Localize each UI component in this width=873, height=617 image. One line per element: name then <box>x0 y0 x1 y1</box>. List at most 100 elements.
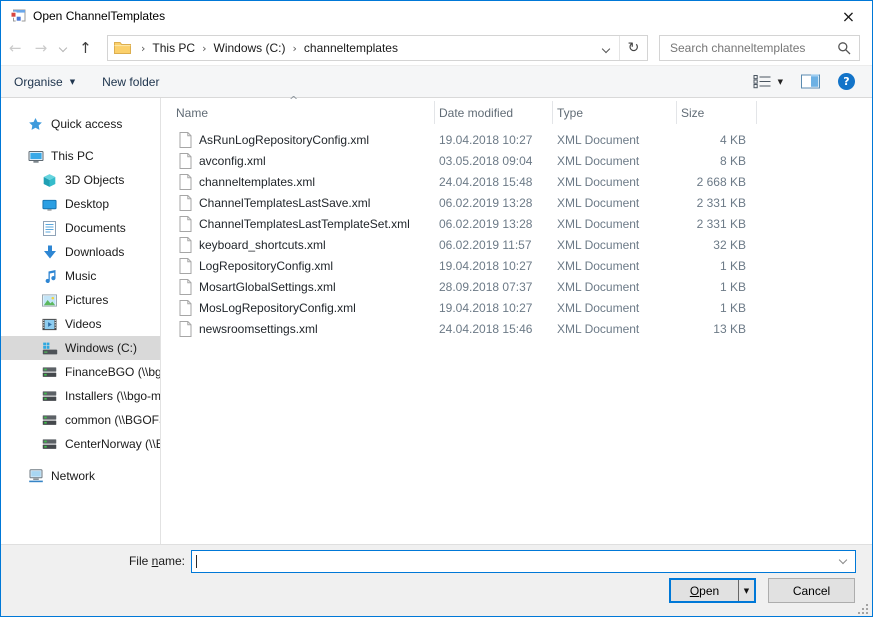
open-button[interactable]: Open ▼ <box>669 578 756 603</box>
list-header: ^ Name Date modified Type Size <box>162 98 872 127</box>
date-modified-cell: 06.02.2019 13:28 <box>434 217 552 231</box>
file-name-cell: ChannelTemplatesLastSave.xml <box>162 195 434 211</box>
file-row-asrunlogrepositoryconfig-xml[interactable]: AsRunLogRepositoryConfig.xml19.04.2018 1… <box>162 129 872 150</box>
change-view-button[interactable]: ▼ <box>753 74 783 89</box>
column-separator[interactable] <box>434 101 435 124</box>
back-icon[interactable]: ← <box>9 39 22 57</box>
organise-caret-icon: ▼ <box>70 78 75 86</box>
picture-icon <box>41 292 58 309</box>
navigation-bar: ← → ↑ ›This PC›Windows (C:)›channeltempl… <box>1 31 872 65</box>
column-header-size[interactable]: Size <box>681 106 704 120</box>
type-cell: XML Document <box>552 238 676 252</box>
file-row-keyboard-shortcuts-xml[interactable]: keyboard_shortcuts.xml06.02.2019 11:57XM… <box>162 234 872 255</box>
breadcrumb-separator-icon[interactable]: › <box>195 42 213 55</box>
column-header-date-modified[interactable]: Date modified <box>439 106 513 120</box>
breadcrumb-separator-icon[interactable]: › <box>286 42 304 55</box>
type-cell: XML Document <box>552 217 676 231</box>
size-cell: 1 KB <box>676 259 756 273</box>
search-icon[interactable] <box>837 41 851 55</box>
open-button-label: Open <box>671 580 738 601</box>
sidebar-item-videos[interactable]: Videos <box>1 312 160 336</box>
sidebar-item-centernorway-bg[interactable]: CenterNorway (\\BG <box>1 432 160 456</box>
recent-locations-chevron-icon[interactable] <box>59 44 67 52</box>
sidebar-item-label: Desktop <box>65 197 109 211</box>
column-header-name[interactable]: Name <box>176 106 208 120</box>
file-row-moslogrepositoryconfig-xml[interactable]: MosLogRepositoryConfig.xml19.04.2018 10:… <box>162 297 872 318</box>
sidebar-item-label: Documents <box>65 221 126 235</box>
new-folder-button[interactable]: New folder <box>102 75 159 89</box>
sidebar-item-pictures[interactable]: Pictures <box>1 288 160 312</box>
open-dropdown-caret-icon[interactable]: ▼ <box>739 580 754 601</box>
sidebar-item-this-pc[interactable]: This PC <box>1 144 160 168</box>
date-modified-cell: 28.09.2018 07:37 <box>434 280 552 294</box>
date-modified-cell: 06.02.2019 13:28 <box>434 196 552 210</box>
network-icon <box>27 468 44 485</box>
column-header-type[interactable]: Type <box>557 106 583 120</box>
resize-grip[interactable] <box>858 604 860 606</box>
file-row-channeltemplates-xml[interactable]: channeltemplates.xml24.04.2018 15:48XML … <box>162 171 872 192</box>
size-cell: 2 331 KB <box>676 196 756 210</box>
address-bar[interactable]: ›This PC›Windows (C:)›channeltemplates ↻ <box>107 35 648 61</box>
xml-file-icon <box>179 195 192 211</box>
address-dropdown-chevron-icon[interactable] <box>593 41 619 55</box>
breadcrumb-item-this-pc[interactable]: This PC <box>152 41 195 55</box>
breadcrumb-separator-icon[interactable]: › <box>134 42 152 55</box>
file-row-channeltemplateslasttemplateset-xml[interactable]: ChannelTemplatesLastTemplateSet.xml06.02… <box>162 213 872 234</box>
refresh-icon[interactable]: ↻ <box>620 40 647 56</box>
breadcrumb-item-windows-c[interactable]: Windows (C:) <box>214 41 286 55</box>
help-icon[interactable]: ? <box>838 73 855 90</box>
sidebar-item-financebgo-bgo[interactable]: FinanceBGO (\\bgo <box>1 360 160 384</box>
file-name-label: File name: <box>1 554 185 568</box>
file-row-avconfig-xml[interactable]: avconfig.xml03.05.2018 09:04XML Document… <box>162 150 872 171</box>
organise-button[interactable]: Organise ▼ <box>14 75 75 89</box>
file-name-dropdown-chevron-icon[interactable] <box>834 560 855 563</box>
column-separator[interactable] <box>676 101 677 124</box>
type-cell: XML Document <box>552 154 676 168</box>
sidebar-item-3d-objects[interactable]: 3D Objects <box>1 168 160 192</box>
file-row-channeltemplateslastsave-xml[interactable]: ChannelTemplatesLastSave.xml06.02.2019 1… <box>162 192 872 213</box>
column-separator[interactable] <box>756 101 757 124</box>
file-name-cell: ChannelTemplatesLastTemplateSet.xml <box>162 216 434 232</box>
size-cell: 32 KB <box>676 238 756 252</box>
titlebar[interactable]: Open ChannelTemplates × <box>1 1 872 31</box>
up-icon[interactable]: ↑ <box>79 39 92 57</box>
file-name-cell: channeltemplates.xml <box>162 174 434 190</box>
sidebar-item-installers-bgo-mo[interactable]: Installers (\\bgo-mo <box>1 384 160 408</box>
cancel-button[interactable]: Cancel <box>768 578 855 603</box>
sidebar-item-windows-c[interactable]: Windows (C:) <box>1 336 160 360</box>
sidebar-item-quick-access[interactable]: Quick access <box>1 112 160 136</box>
file-row-newsroomsettings-xml[interactable]: newsroomsettings.xml24.04.2018 15:46XML … <box>162 318 872 339</box>
file-name-cell: newsroomsettings.xml <box>162 321 434 337</box>
file-name-text: MosartGlobalSettings.xml <box>199 280 336 294</box>
sidebar-item-common-bgofs[interactable]: common (\\BGOFS <box>1 408 160 432</box>
breadcrumb-item-channeltemplates[interactable]: channeltemplates <box>304 41 398 55</box>
file-name-cell: keyboard_shortcuts.xml <box>162 237 434 253</box>
sidebar-item-label: Quick access <box>51 117 122 131</box>
date-modified-cell: 24.04.2018 15:48 <box>434 175 552 189</box>
file-name-combo[interactable] <box>191 550 856 573</box>
file-row-logrepositoryconfig-xml[interactable]: LogRepositoryConfig.xml19.04.2018 10:27X… <box>162 255 872 276</box>
search-input[interactable] <box>668 40 837 56</box>
sidebar-item-music[interactable]: Music <box>1 264 160 288</box>
forward-icon[interactable]: → <box>35 39 48 57</box>
search-box[interactable] <box>659 35 860 61</box>
sidebar-item-documents[interactable]: Documents <box>1 216 160 240</box>
file-name-cell: MosartGlobalSettings.xml <box>162 279 434 295</box>
sidebar-item-label: Music <box>65 269 96 283</box>
size-cell: 4 KB <box>676 133 756 147</box>
preview-pane-icon[interactable] <box>801 74 820 89</box>
size-cell: 8 KB <box>676 154 756 168</box>
open-file-dialog: Open ChannelTemplates × ← → ↑ ›This PC›W… <box>0 0 873 617</box>
sidebar-item-network[interactable]: Network <box>1 464 160 488</box>
sidebar-item-desktop[interactable]: Desktop <box>1 192 160 216</box>
file-name-cell: MosLogRepositoryConfig.xml <box>162 300 434 316</box>
column-separator[interactable] <box>552 101 553 124</box>
size-cell: 1 KB <box>676 301 756 315</box>
close-icon[interactable]: × <box>826 2 871 30</box>
type-cell: XML Document <box>552 322 676 336</box>
file-name-input[interactable] <box>192 551 834 572</box>
sidebar-item-downloads[interactable]: Downloads <box>1 240 160 264</box>
file-row-mosartglobalsettings-xml[interactable]: MosartGlobalSettings.xml 28.09.2018 07:37… <box>162 276 872 297</box>
sidebar-items: Quick access This PC3D Objects Desktop Docu… <box>1 112 160 488</box>
file-name-text: LogRepositoryConfig.xml <box>199 259 333 273</box>
